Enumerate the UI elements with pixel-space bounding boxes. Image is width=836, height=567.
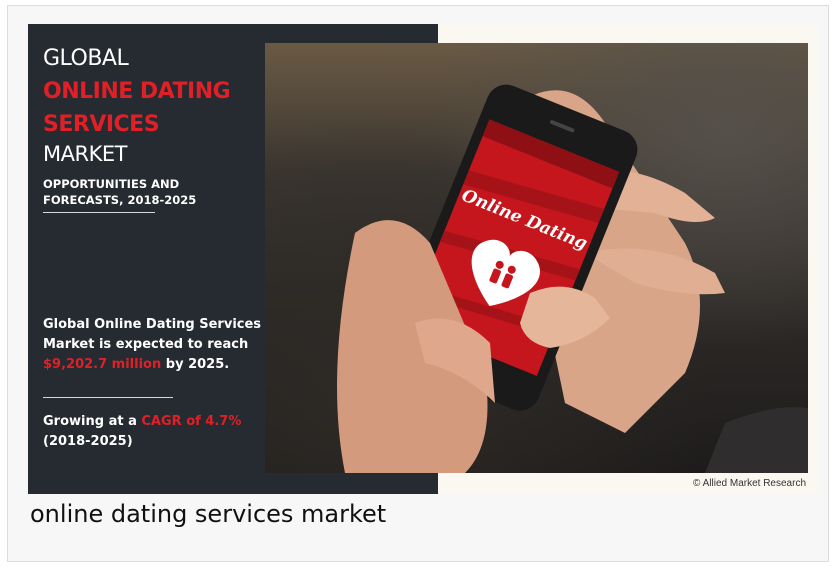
- growth-period: (2018-2025): [43, 434, 133, 449]
- market-size-statement: Global Online Dating Services Market is …: [43, 315, 268, 375]
- hands-holding-phone-photo: Online Dating: [265, 43, 808, 473]
- image-caption: online dating services market: [30, 500, 387, 528]
- heading-global: GLOBAL: [43, 46, 129, 71]
- subheading-forecasts: OPPORTUNITIES AND FORECASTS, 2018-2025: [43, 177, 197, 207]
- market-size-value: $9,202.7 million: [43, 357, 162, 372]
- divider: [43, 212, 155, 213]
- growth-text-before: Growing at a: [43, 414, 142, 429]
- stat-text-before: Global Online Dating Services Market is …: [43, 317, 262, 352]
- heading-market: MARKET: [43, 142, 127, 166]
- market-infographic[interactable]: GLOBAL ONLINE DATING SERVICES MARKET OPP…: [28, 24, 818, 494]
- image-card: GLOBAL ONLINE DATING SERVICES MARKET OPP…: [7, 5, 829, 562]
- photo-illustration: Online Dating: [337, 84, 808, 473]
- heading-services: SERVICES: [43, 112, 160, 137]
- credit-text: © Allied Market Research: [693, 478, 806, 489]
- growth-statement: Growing at a CAGR of 4.7% (2018-2025): [43, 412, 268, 452]
- heading-online-dating: ONLINE DATING: [43, 79, 231, 104]
- sleeve-shape: [705, 407, 808, 473]
- divider: [43, 397, 173, 398]
- stat-text-after: by 2025.: [161, 357, 230, 372]
- cagr-value: CAGR of 4.7%: [141, 414, 242, 429]
